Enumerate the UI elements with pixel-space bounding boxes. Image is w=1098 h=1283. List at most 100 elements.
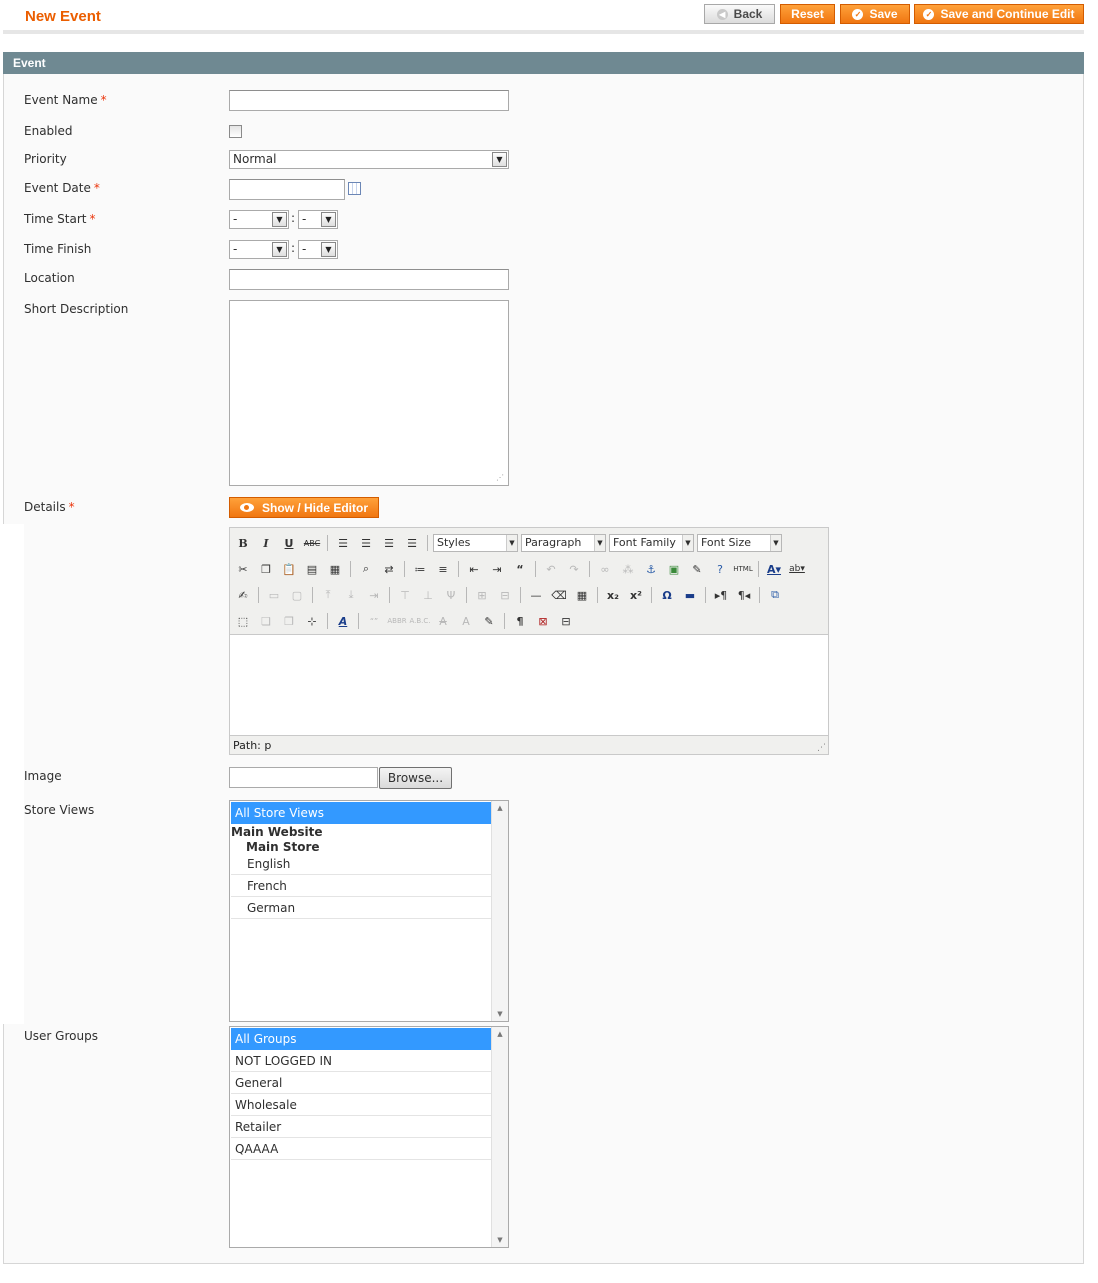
save-continue-button[interactable]: ✓ Save and Continue Edit xyxy=(914,4,1084,24)
paste-word-icon[interactable]: ▦ xyxy=(325,559,345,579)
delete-text-icon[interactable]: A xyxy=(433,611,453,631)
store-view-option[interactable]: English xyxy=(231,853,493,875)
store-view-option-all[interactable]: All Store Views xyxy=(231,802,493,824)
store-views-multiselect[interactable]: All Store Views Main Website Main Store … xyxy=(229,800,509,1022)
move-forward-icon[interactable]: ❏ xyxy=(256,611,276,631)
insert-col-after-icon[interactable]: ⊥ xyxy=(418,585,438,605)
replace-icon[interactable]: ⇄ xyxy=(379,559,399,579)
find-icon[interactable]: ⌕ xyxy=(356,559,376,579)
indent-icon[interactable]: ⇥ xyxy=(487,559,507,579)
user-group-option[interactable]: Retailer xyxy=(231,1116,493,1138)
anchor-icon[interactable]: ⚓ xyxy=(641,559,661,579)
link-icon[interactable]: ∞ xyxy=(595,559,615,579)
scroll-up-icon[interactable]: ▲ xyxy=(492,801,508,815)
calendar-icon[interactable] xyxy=(348,182,361,195)
unlink-icon[interactable]: ⁂ xyxy=(618,559,638,579)
font-family-select[interactable]: Font Family ▼ xyxy=(609,534,694,552)
align-right-icon[interactable]: ☰ xyxy=(379,533,399,553)
paragraph-select[interactable]: Paragraph ▼ xyxy=(521,534,606,552)
align-justify-icon[interactable]: ☰ xyxy=(402,533,422,553)
insert-row-before-icon[interactable]: ⤒ xyxy=(318,585,338,605)
editor-content-area[interactable] xyxy=(230,634,828,736)
strikethrough-icon[interactable]: ABC xyxy=(302,533,322,553)
subscript-icon[interactable]: x₂ xyxy=(603,585,623,605)
user-group-option[interactable]: Wholesale xyxy=(231,1094,493,1116)
delete-row-icon[interactable]: ⇥ xyxy=(364,585,384,605)
user-group-option[interactable]: All Groups xyxy=(231,1028,493,1050)
image-icon[interactable]: ▣ xyxy=(664,559,684,579)
blockquote-icon[interactable]: “ xyxy=(510,559,530,579)
nonbreaking-icon[interactable]: ⊠ xyxy=(533,611,553,631)
user-group-option[interactable]: General xyxy=(231,1072,493,1094)
store-view-option[interactable]: French xyxy=(231,875,493,897)
media-icon[interactable]: ▬ xyxy=(680,585,700,605)
rtl-icon[interactable]: ¶◂ xyxy=(734,585,754,605)
image-file-input[interactable] xyxy=(229,767,378,788)
location-input[interactable] xyxy=(229,269,509,290)
remove-format-icon[interactable]: ⌫ xyxy=(549,585,569,605)
styleprops-icon[interactable]: A xyxy=(333,611,353,631)
superscript-icon[interactable]: x² xyxy=(626,585,646,605)
font-size-select[interactable]: Font Size ▼ xyxy=(697,534,782,552)
store-view-option[interactable]: German xyxy=(231,897,493,919)
enabled-checkbox[interactable] xyxy=(229,125,242,138)
absolute-position-icon[interactable]: ⊹ xyxy=(302,611,322,631)
user-group-option[interactable]: NOT LOGGED IN xyxy=(231,1050,493,1072)
background-color-icon[interactable]: ab▾ xyxy=(787,559,807,579)
table-cell-props-icon[interactable]: ▢ xyxy=(287,585,307,605)
cleanup-icon[interactable]: ✎ xyxy=(687,559,707,579)
abbreviation-icon[interactable]: ABBR xyxy=(387,611,407,631)
user-groups-multiselect[interactable]: All Groups NOT LOGGED IN General Wholesa… xyxy=(229,1026,509,1248)
table-icon[interactable]: ▦ xyxy=(572,585,592,605)
save-button[interactable]: ✓ Save xyxy=(840,4,910,24)
fullscreen-icon[interactable]: ⧉ xyxy=(765,585,785,605)
help-icon[interactable]: ? xyxy=(710,559,730,579)
insert-row-after-icon[interactable]: ⤓ xyxy=(341,585,361,605)
table-row-props-icon[interactable]: ▭ xyxy=(264,585,284,605)
delete-col-icon[interactable]: Ψ xyxy=(441,585,461,605)
special-char-icon[interactable]: Ω xyxy=(657,585,677,605)
cut-icon[interactable]: ✂ xyxy=(233,559,253,579)
redo-icon[interactable]: ↷ xyxy=(564,559,584,579)
move-backward-icon[interactable]: ❐ xyxy=(279,611,299,631)
cite-icon[interactable]: “” xyxy=(364,611,384,631)
resize-grip-icon[interactable]: ⋰ xyxy=(496,473,504,482)
outdent-icon[interactable]: ⇤ xyxy=(464,559,484,579)
attributes-icon[interactable]: ✎ xyxy=(479,611,499,631)
user-group-option[interactable]: QAAAA xyxy=(231,1138,493,1160)
numbered-list-icon[interactable]: ≡ xyxy=(433,559,453,579)
time-finish-minute-select[interactable]: - ▼ xyxy=(298,240,338,259)
styles-select[interactable]: Styles ▼ xyxy=(433,534,518,552)
time-start-minute-select[interactable]: - ▼ xyxy=(298,210,338,229)
bullet-list-icon[interactable]: ≔ xyxy=(410,559,430,579)
copy-icon[interactable]: ❐ xyxy=(256,559,276,579)
time-start-hour-select[interactable]: - ▼ xyxy=(229,210,289,229)
resize-grip-icon[interactable]: ⋰ xyxy=(817,743,826,753)
align-left-icon[interactable]: ☰ xyxy=(333,533,353,553)
horizontal-rule-icon[interactable]: — xyxy=(526,585,546,605)
align-center-icon[interactable]: ☰ xyxy=(356,533,376,553)
scroll-up-icon[interactable]: ▲ xyxy=(492,1027,508,1041)
back-button[interactable]: ◀ Back xyxy=(704,4,775,24)
scrollbar[interactable]: ▲ ▼ xyxy=(491,1027,508,1247)
page-break-icon[interactable]: ⊟ xyxy=(556,611,576,631)
event-date-input[interactable] xyxy=(229,179,345,200)
edit-icon[interactable]: ✍ xyxy=(233,585,253,605)
short-description-textarea[interactable]: ⋰ xyxy=(229,300,509,486)
time-finish-hour-select[interactable]: - ▼ xyxy=(229,240,289,259)
show-hide-editor-button[interactable]: Show / Hide Editor xyxy=(229,497,379,518)
event-name-input[interactable] xyxy=(229,90,509,111)
paste-icon[interactable]: 📋 xyxy=(279,559,299,579)
acronym-icon[interactable]: A.B.C. xyxy=(409,611,430,631)
split-cells-icon[interactable]: ⊞ xyxy=(472,585,492,605)
underline-icon[interactable]: U xyxy=(279,533,299,553)
browse-button[interactable]: Browse... xyxy=(379,767,452,789)
insert-text-icon[interactable]: A xyxy=(456,611,476,631)
paste-text-icon[interactable]: ▤ xyxy=(302,559,322,579)
text-color-icon[interactable]: A▾ xyxy=(764,559,784,579)
scroll-down-icon[interactable]: ▼ xyxy=(492,1233,508,1247)
undo-icon[interactable]: ↶ xyxy=(541,559,561,579)
scrollbar[interactable]: ▲ ▼ xyxy=(491,801,508,1021)
visual-chars-icon[interactable]: ¶ xyxy=(510,611,530,631)
merge-cells-icon[interactable]: ⊟ xyxy=(495,585,515,605)
